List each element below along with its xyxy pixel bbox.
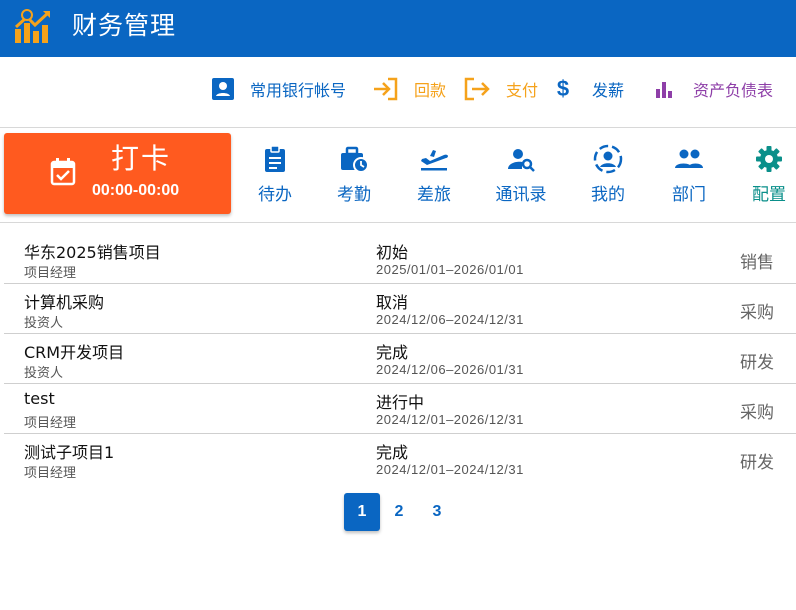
nav-department[interactable]: 部门 [654, 140, 724, 208]
table-row[interactable]: CRM开发项目 投资人 完成 2024/12/06–2026/01/31 研发 [4, 334, 796, 384]
quick-action-label: 资产负债表 [693, 81, 774, 100]
nav-mine[interactable]: 我的 [573, 140, 643, 208]
group-icon [674, 144, 704, 174]
briefcase-clock-icon [339, 144, 369, 174]
project-name: 华东2025销售项目 [24, 243, 161, 262]
divider [0, 222, 796, 223]
bar-chart-icon [651, 76, 677, 102]
nav-attendance[interactable]: 考勤 [319, 140, 389, 208]
login-arrow-icon [372, 76, 398, 102]
punch-label: 打卡 [111, 142, 172, 175]
project-status: 初始 [376, 243, 409, 262]
logout-arrow-icon [464, 76, 490, 102]
dollar-icon: $ [556, 76, 570, 101]
divider [0, 127, 796, 128]
table-row[interactable]: 计算机采购 投资人 取消 2024/12/06–2024/12/31 采购 [4, 284, 796, 334]
nav-label: 考勤 [337, 185, 371, 205]
page-button-3[interactable]: 3 [419, 493, 455, 531]
calendar-check-icon [50, 158, 76, 186]
nav-label: 待办 [258, 185, 292, 205]
project-category: 采购 [740, 403, 774, 423]
quick-action-payment[interactable]: 支付 [464, 72, 538, 106]
nav-travel[interactable]: 差旅 [399, 140, 469, 208]
nav-label: 我的 [591, 185, 625, 205]
flight-takeoff-icon [419, 144, 449, 174]
project-dates: 2024/12/06–2024/12/31 [376, 312, 524, 327]
punch-in-button[interactable]: 打卡 00:00-00:00 [4, 133, 231, 214]
project-role: 项目经理 [24, 266, 77, 281]
project-status: 完成 [376, 343, 409, 362]
nav-todo[interactable]: 待办 [240, 140, 310, 208]
quick-action-payroll[interactable]: $ 发薪 [550, 72, 624, 106]
nav-contacts[interactable]: 通讯录 [486, 140, 556, 208]
project-name: 计算机采购 [24, 293, 105, 312]
quick-action-bank-accounts[interactable]: 常用银行帐号 [210, 72, 346, 106]
page-button-2[interactable]: 2 [381, 493, 417, 531]
project-name: 测试子项目1 [24, 443, 115, 462]
project-category: 研发 [740, 453, 774, 473]
table-row[interactable]: 华东2025销售项目 项目经理 初始 2025/01/01–2026/01/01… [4, 234, 796, 284]
quick-action-label: 发薪 [592, 81, 625, 100]
clipboard-icon [260, 144, 290, 174]
project-name: test [24, 389, 55, 408]
nav-label: 部门 [672, 185, 706, 205]
account-circle-icon [593, 144, 623, 174]
project-dates: 2025/01/01–2026/01/01 [376, 262, 524, 277]
nav-label: 差旅 [417, 185, 451, 205]
contact-card-icon [210, 76, 236, 102]
quick-action-balance-sheet[interactable]: 资产负债表 [651, 72, 773, 106]
person-search-icon [506, 144, 536, 174]
punch-time: 00:00-00:00 [92, 182, 180, 199]
nav-label: 配置 [752, 185, 786, 205]
quick-action-label: 支付 [506, 81, 539, 100]
nav-settings[interactable]: 配置 [734, 140, 796, 208]
nav-label: 通讯录 [495, 185, 547, 205]
project-name: CRM开发项目 [24, 343, 125, 362]
project-role: 投资人 [24, 366, 64, 381]
project-role: 项目经理 [24, 416, 77, 431]
project-dates: 2024/12/06–2026/01/31 [376, 362, 524, 377]
project-status: 取消 [376, 293, 409, 312]
project-category: 研发 [740, 353, 774, 373]
project-role: 项目经理 [24, 466, 77, 481]
quick-action-label: 回款 [414, 81, 447, 100]
project-category: 采购 [740, 303, 774, 323]
table-row[interactable]: test 项目经理 进行中 2024/12/01–2026/12/31 采购 [4, 384, 796, 434]
gear-icon [754, 144, 784, 174]
project-status: 完成 [376, 443, 409, 462]
project-role: 投资人 [24, 316, 64, 331]
app-header: 财务管理 [0, 0, 796, 57]
quick-action-label: 常用银行帐号 [250, 81, 347, 100]
project-category: 销售 [740, 253, 774, 273]
project-dates: 2024/12/01–2024/12/31 [376, 462, 524, 477]
project-status: 进行中 [376, 393, 425, 412]
table-row[interactable]: 测试子项目1 项目经理 完成 2024/12/01–2024/12/31 研发 [4, 434, 796, 484]
app-title: 财务管理 [72, 11, 177, 40]
project-dates: 2024/12/01–2026/12/31 [376, 412, 524, 427]
page-button-1[interactable]: 1 [344, 493, 380, 531]
quick-action-collection[interactable]: 回款 [372, 72, 446, 106]
finance-logo-icon [14, 9, 50, 43]
